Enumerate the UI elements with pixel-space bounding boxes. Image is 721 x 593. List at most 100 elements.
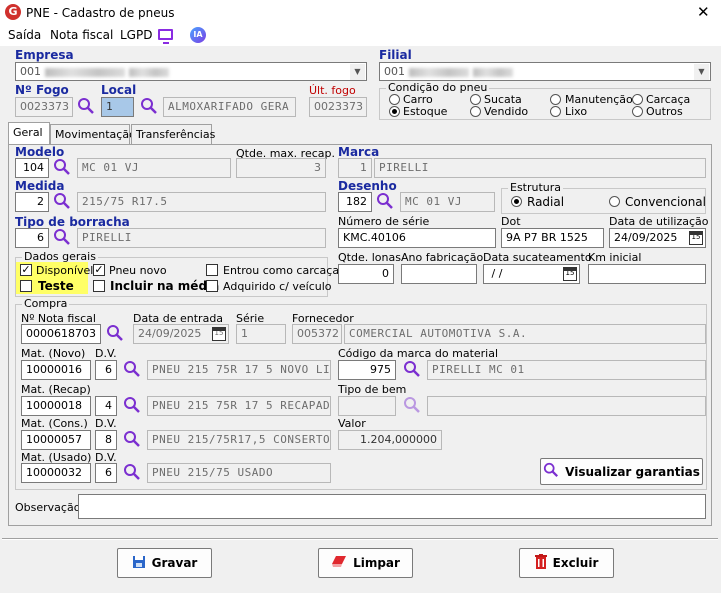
marca-code-field: 1: [338, 158, 372, 178]
ano-field[interactable]: [401, 264, 477, 284]
fogo-field[interactable]: 0023373: [15, 97, 73, 117]
chevron-down-icon[interactable]: ▼: [350, 64, 365, 80]
serie-label: Número de série: [338, 215, 430, 228]
ult-fogo-label: Últ. fogo: [309, 84, 356, 97]
radio-outros[interactable]: [632, 106, 643, 117]
km-field[interactable]: [588, 264, 706, 284]
search-nf-icon[interactable]: [106, 324, 124, 342]
close-icon[interactable]: ✕: [697, 3, 710, 21]
menu-item-nota-fiscal[interactable]: Nota fiscal: [50, 28, 113, 42]
radio-carro[interactable]: [389, 94, 400, 105]
chk-adquirido[interactable]: [206, 280, 218, 292]
observacao-field[interactable]: [78, 494, 706, 519]
chk-carcaca[interactable]: [206, 264, 218, 276]
search-fogo-icon[interactable]: [77, 97, 95, 115]
desenho-code-field[interactable]: 182: [338, 192, 372, 212]
search-tipo-bem-icon[interactable]: [403, 396, 421, 414]
serie-field[interactable]: KMC.40106: [338, 228, 496, 248]
search-borracha-icon[interactable]: [53, 228, 71, 246]
search-mat-novo-icon[interactable]: [123, 360, 141, 378]
search-local-icon[interactable]: [140, 97, 158, 115]
visualizar-garantias-button[interactable]: Visualizar garantias: [540, 458, 703, 485]
cod-marca-field[interactable]: 975: [338, 360, 396, 380]
radio-carcaca[interactable]: [632, 94, 643, 105]
mat-recap-desc-field: PNEU 215 75R 17 5 RECAPADO: [147, 396, 331, 416]
chk-media[interactable]: [93, 280, 105, 292]
calendar-icon[interactable]: 15: [563, 267, 577, 281]
mat-novo-label: Mat. (Novo): [21, 347, 86, 360]
radio-manutencao[interactable]: [550, 94, 561, 105]
lonas-field[interactable]: 0: [338, 264, 394, 284]
gravar-label: Gravar: [151, 556, 198, 570]
tab-movimentacao[interactable]: Movimentação: [50, 124, 136, 144]
mat-cons-dv-field[interactable]: 8: [95, 430, 117, 450]
gravar-button[interactable]: Gravar: [117, 548, 212, 578]
condicao-title: Condição do pneu: [386, 81, 490, 94]
chk-disponivel[interactable]: ✓: [20, 264, 32, 276]
radio-sucata[interactable]: [470, 94, 481, 105]
filial-label: Filial: [379, 48, 412, 62]
radio-lixo[interactable]: [550, 106, 561, 117]
valor-field: 1.204,000000: [338, 430, 442, 450]
search-mat-usado-icon[interactable]: [123, 463, 141, 481]
search-medida-icon[interactable]: [53, 192, 71, 210]
data-util-field[interactable]: 24/09/2025 15: [609, 228, 706, 248]
sucata-field[interactable]: / /15: [483, 264, 580, 284]
chk-pneu-novo-label: Pneu novo: [109, 264, 167, 277]
modelo-code-field[interactable]: 104: [15, 158, 49, 178]
mat-usado-field[interactable]: 10000032: [21, 463, 91, 483]
mat-usado-dv-field[interactable]: 6: [95, 463, 117, 483]
empresa-select[interactable]: 001 ▼: [15, 62, 367, 81]
window-title: PNE - Cadastro de pneus: [26, 6, 175, 20]
search-mat-recap-icon[interactable]: [123, 396, 141, 414]
borracha-code-field[interactable]: 6: [15, 228, 49, 248]
chk-teste[interactable]: [20, 280, 32, 292]
search-cod-marca-icon[interactable]: [403, 360, 421, 378]
excluir-label: Excluir: [552, 556, 599, 570]
calendar-icon[interactable]: 15: [689, 231, 703, 245]
chk-disponivel-label: Disponível: [36, 264, 94, 277]
visualizar-garantias-label: Visualizar garantias: [565, 464, 700, 479]
dv-label-1: D.V.: [95, 347, 117, 360]
dot-field[interactable]: 9A P7 BR 1525: [501, 228, 604, 248]
radio-estoque[interactable]: [389, 106, 400, 117]
menu-item-lgpd[interactable]: LGPD: [120, 28, 152, 42]
ia-assistant-icon[interactable]: IA: [190, 27, 206, 43]
medida-label: Medida: [15, 179, 65, 193]
radio-lixo-label: Lixo: [565, 105, 588, 118]
chevron-down-icon[interactable]: ▼: [694, 64, 709, 80]
medida-code-field[interactable]: 2: [15, 192, 49, 212]
mat-cons-field[interactable]: 10000057: [21, 430, 91, 450]
mat-recap-field[interactable]: 10000018: [21, 396, 91, 416]
chk-teste-label: Teste: [38, 279, 74, 293]
data-util-label: Data de utilização: [609, 215, 709, 228]
excluir-button[interactable]: Excluir: [519, 548, 614, 578]
mat-novo-dv-field[interactable]: 6: [95, 360, 117, 380]
menu-item-saida[interactable]: Saída: [8, 28, 41, 42]
tab-geral[interactable]: Geral: [8, 122, 50, 145]
nf-field[interactable]: 0000618703: [21, 324, 101, 344]
tipo-bem-label: Tipo de bem: [338, 383, 407, 396]
eraser-icon: [331, 555, 347, 572]
lonas-label: Qtde. lonas: [338, 251, 401, 264]
search-mat-cons-icon[interactable]: [123, 430, 141, 448]
mat-recap-dv-field[interactable]: 4: [95, 396, 117, 416]
chk-pneu-novo[interactable]: ✓: [93, 264, 105, 276]
limpar-button[interactable]: Limpar: [318, 548, 413, 578]
save-icon: [132, 555, 146, 572]
footer-divider-highlight: [2, 539, 718, 540]
search-modelo-icon[interactable]: [53, 158, 71, 176]
search-desenho-icon[interactable]: [376, 192, 394, 210]
ult-fogo-field: 0023373: [309, 97, 367, 117]
tab-transferencias[interactable]: Transferências: [131, 124, 215, 144]
monitor-icon[interactable]: [158, 29, 173, 44]
modelo-label: Modelo: [15, 145, 65, 159]
radio-radial-label: Radial: [527, 195, 565, 209]
radio-vendido[interactable]: [470, 106, 481, 117]
local-code-field[interactable]: 1: [101, 97, 134, 117]
estrutura-title: Estrutura: [508, 181, 564, 194]
filial-select[interactable]: 001 ▼: [379, 62, 711, 81]
mat-novo-field[interactable]: 10000016: [21, 360, 91, 380]
radio-radial[interactable]: [511, 196, 522, 207]
radio-convencional[interactable]: [609, 196, 620, 207]
